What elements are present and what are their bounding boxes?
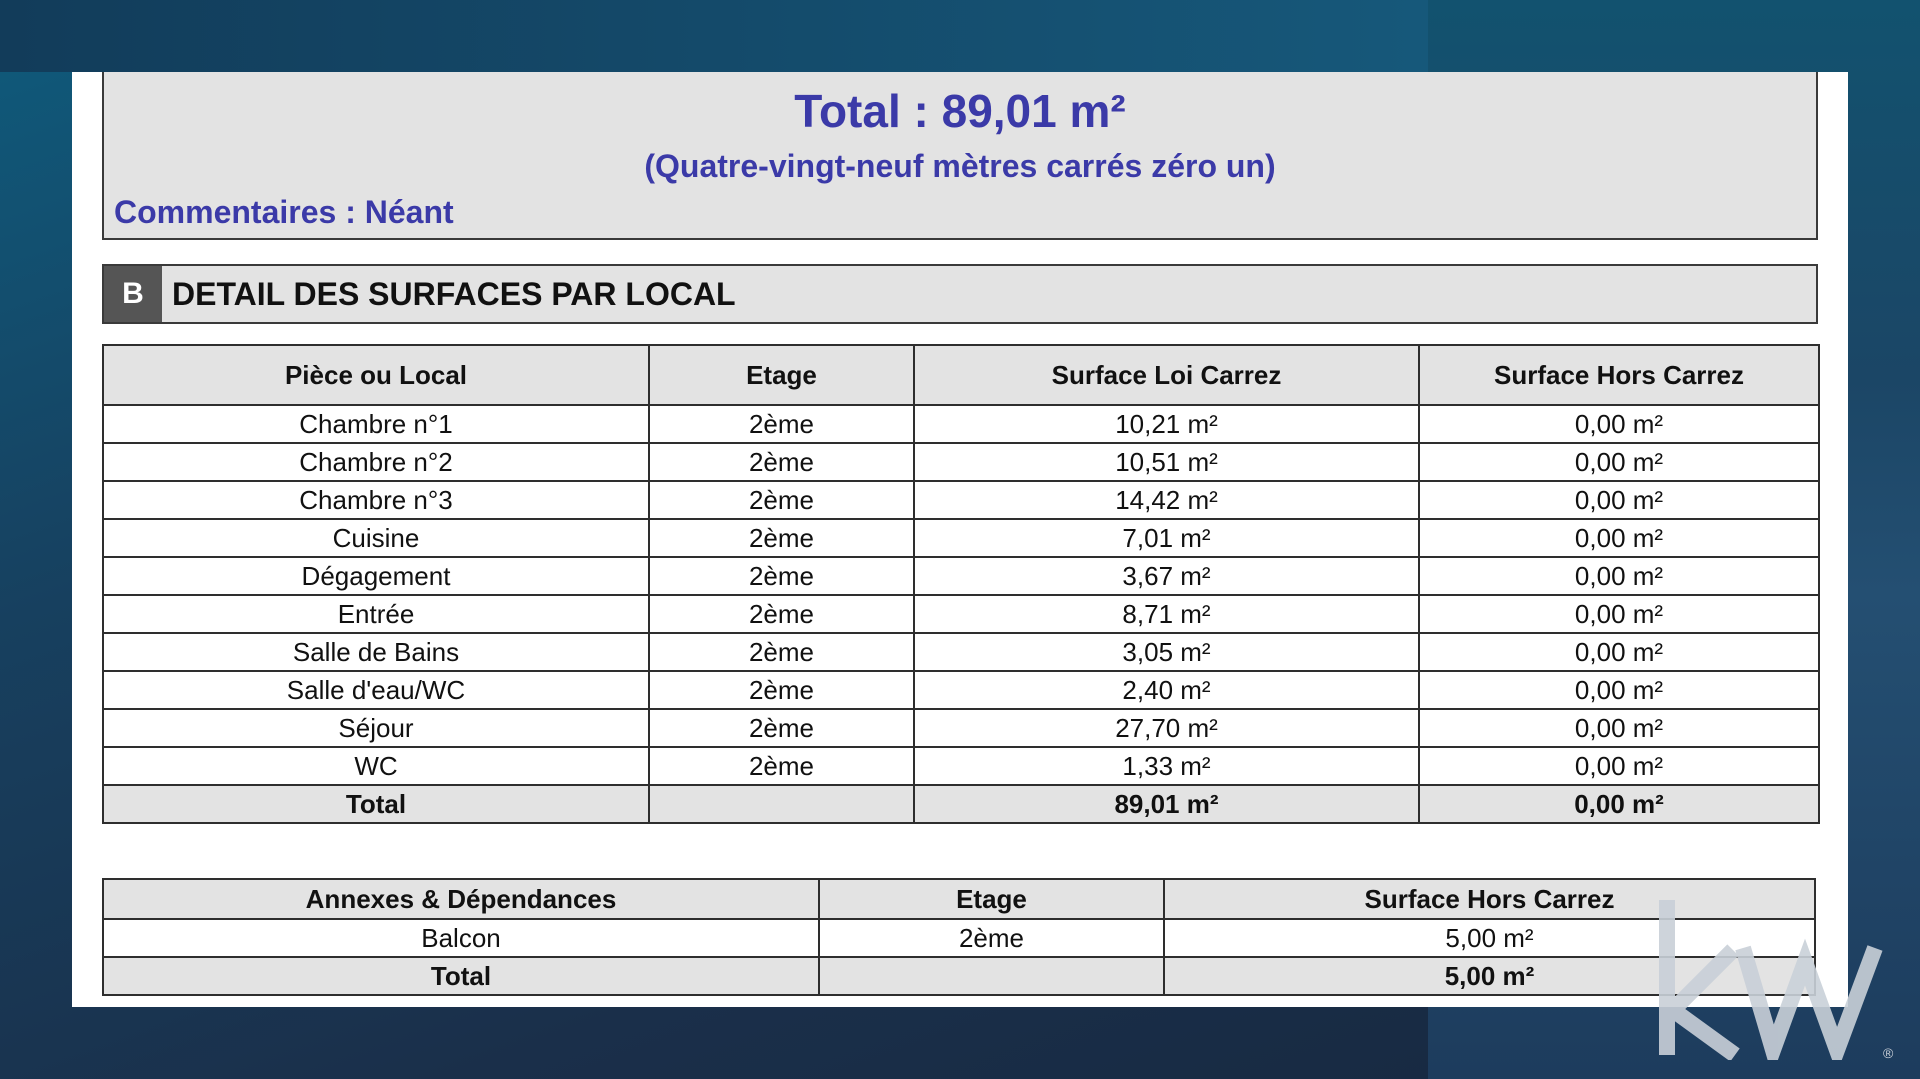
table-cell: 2ème bbox=[648, 442, 915, 482]
table-cell: 0,00 m² bbox=[1418, 518, 1820, 558]
table-cell: 0,00 m² bbox=[1418, 404, 1820, 444]
column-header: Surface Loi Carrez bbox=[913, 344, 1420, 406]
table-cell: 8,71 m² bbox=[913, 594, 1420, 634]
table-cell: 2ème bbox=[648, 670, 915, 710]
column-header: Annexes & Dépendances bbox=[102, 878, 820, 920]
table-cell: 2ème bbox=[648, 594, 915, 634]
table-cell: Salle d'eau/WC bbox=[102, 670, 650, 710]
background-top bbox=[0, 0, 1428, 72]
table-cell: 0,00 m² bbox=[1418, 746, 1820, 786]
table-cell: 27,70 m² bbox=[913, 708, 1420, 748]
table-cell: 2ème bbox=[648, 404, 915, 444]
table-cell: WC bbox=[102, 746, 650, 786]
table-cell: Salle de Bains bbox=[102, 632, 650, 672]
table-cell: 2ème bbox=[648, 746, 915, 786]
table-cell: 0,00 m² bbox=[1418, 632, 1820, 672]
table-cell: 10,51 m² bbox=[913, 442, 1420, 482]
table-cell: 0,00 m² bbox=[1418, 594, 1820, 634]
table-row: WC 2ème 1,33 m² 0,00 m² bbox=[102, 746, 1820, 786]
table-cell: Balcon bbox=[102, 918, 820, 958]
total-cell: 89,01 m² bbox=[913, 784, 1420, 824]
table-cell: Séjour bbox=[102, 708, 650, 748]
table-cell: 1,33 m² bbox=[913, 746, 1420, 786]
document-page: Total : 89,01 m² (Quatre-vingt-neuf mètr… bbox=[72, 72, 1848, 1007]
table-total-row: Total 89,01 m² 0,00 m² bbox=[102, 784, 1820, 824]
table-cell: 2ème bbox=[648, 480, 915, 520]
table-cell: 2ème bbox=[648, 708, 915, 748]
table-cell: 0,00 m² bbox=[1418, 442, 1820, 482]
table-cell: 2ème bbox=[648, 632, 915, 672]
table-row: Dégagement 2ème 3,67 m² 0,00 m² bbox=[102, 556, 1820, 596]
table-cell: 2ème bbox=[818, 918, 1165, 958]
total-cell bbox=[818, 956, 1165, 996]
column-header: Etage bbox=[648, 344, 915, 406]
table-cell: Chambre n°1 bbox=[102, 404, 650, 444]
table-cell: 14,42 m² bbox=[913, 480, 1420, 520]
table-cell: Chambre n°2 bbox=[102, 442, 650, 482]
table-cell: 0,00 m² bbox=[1418, 556, 1820, 596]
rooms-surface-table: Pièce ou Local Etage Surface Loi Carrez … bbox=[102, 344, 1820, 824]
table-row: Cuisine 2ème 7,01 m² 0,00 m² bbox=[102, 518, 1820, 558]
comments-line: Commentaires : Néant bbox=[114, 194, 454, 230]
total-cell: 0,00 m² bbox=[1418, 784, 1820, 824]
total-cell bbox=[648, 784, 915, 824]
total-summary-box: Total : 89,01 m² (Quatre-vingt-neuf mètr… bbox=[102, 72, 1818, 240]
column-header: Pièce ou Local bbox=[102, 344, 650, 406]
table-row: Chambre n°3 2ème 14,42 m² 0,00 m² bbox=[102, 480, 1820, 520]
section-letter-badge: B bbox=[104, 266, 162, 322]
registered-mark: ® bbox=[1883, 1045, 1894, 1060]
table-cell: 0,00 m² bbox=[1418, 708, 1820, 748]
table-cell: Dégagement bbox=[102, 556, 650, 596]
table-cell: 0,00 m² bbox=[1418, 670, 1820, 710]
table-total-row: Total 5,00 m² bbox=[102, 956, 1816, 996]
total-cell: Total bbox=[102, 784, 650, 824]
table-cell: Entrée bbox=[102, 594, 650, 634]
table-cell: 0,00 m² bbox=[1418, 480, 1820, 520]
table-row: Balcon 2ème 5,00 m² bbox=[102, 918, 1816, 958]
table-cell: 2ème bbox=[648, 518, 915, 558]
annex-surface-table: Annexes & Dépendances Etage Surface Hors… bbox=[102, 878, 1816, 996]
table-row: Entrée 2ème 8,71 m² 0,00 m² bbox=[102, 594, 1820, 634]
table-row: Séjour 2ème 27,70 m² 0,00 m² bbox=[102, 708, 1820, 748]
table-cell: 3,67 m² bbox=[913, 556, 1420, 596]
total-surface-words: (Quatre-vingt-neuf mètres carrés zéro un… bbox=[644, 148, 1276, 184]
column-header: Etage bbox=[818, 878, 1165, 920]
table-cell: Chambre n°3 bbox=[102, 480, 650, 520]
section-title: DETAIL DES SURFACES PAR LOCAL bbox=[172, 276, 736, 312]
table-row: Chambre n°2 2ème 10,51 m² 0,00 m² bbox=[102, 442, 1820, 482]
table-cell: 10,21 m² bbox=[913, 404, 1420, 444]
table-cell: 3,05 m² bbox=[913, 632, 1420, 672]
table-cell: 7,01 m² bbox=[913, 518, 1420, 558]
table-header-row: Pièce ou Local Etage Surface Loi Carrez … bbox=[102, 344, 1820, 406]
table-row: Salle d'eau/WC 2ème 2,40 m² 0,00 m² bbox=[102, 670, 1820, 710]
kw-logo-icon: ® bbox=[1659, 900, 1894, 1060]
table-cell: Cuisine bbox=[102, 518, 650, 558]
table-cell: 2ème bbox=[648, 556, 915, 596]
table-row: Salle de Bains 2ème 3,05 m² 0,00 m² bbox=[102, 632, 1820, 672]
column-header: Surface Hors Carrez bbox=[1418, 344, 1820, 406]
table-row: Chambre n°1 2ème 10,21 m² 0,00 m² bbox=[102, 404, 1820, 444]
table-header-row: Annexes & Dépendances Etage Surface Hors… bbox=[102, 878, 1816, 920]
total-surface: Total : 89,01 m² bbox=[794, 85, 1126, 137]
section-header: B DETAIL DES SURFACES PAR LOCAL bbox=[102, 264, 1818, 324]
total-cell: Total bbox=[102, 956, 820, 996]
table-cell: 2,40 m² bbox=[913, 670, 1420, 710]
